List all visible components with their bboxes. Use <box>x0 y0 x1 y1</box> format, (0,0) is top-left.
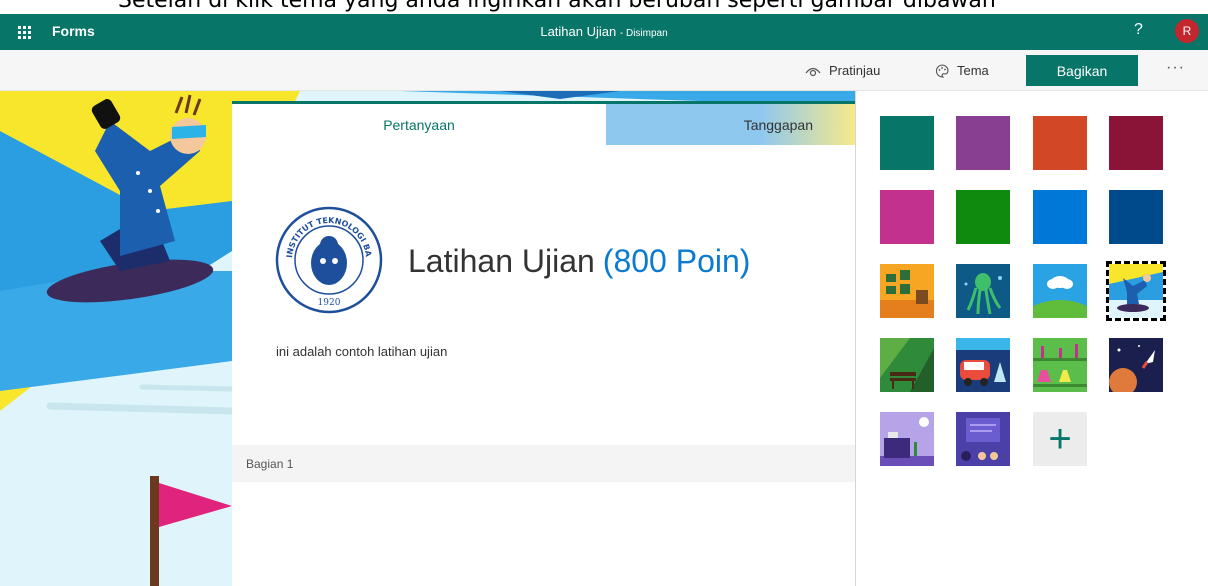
theme-image-camper-van[interactable] <box>956 338 1010 392</box>
app-header: Forms Latihan Ujian - Disimpan ? R <box>0 14 1208 50</box>
section-label: Bagian 1 <box>246 457 294 471</box>
palette-icon <box>935 63 949 78</box>
user-avatar[interactable]: R <box>1175 19 1199 43</box>
form-points: (800 Poin) <box>602 243 751 279</box>
theme-color-blue[interactable] <box>1033 190 1087 244</box>
theme-image-office-room[interactable] <box>880 264 934 318</box>
form-title[interactable]: Latihan Ujian (800 Poin) <box>408 243 750 280</box>
theme-color-green[interactable] <box>956 190 1010 244</box>
caption-text: Setelah di klik tema yang anda inginkan … <box>0 0 1208 14</box>
theme-color-maroon[interactable] <box>1109 116 1163 170</box>
theme-color-teal[interactable] <box>880 116 934 170</box>
svg-text:1920: 1920 <box>318 298 341 308</box>
theme-button[interactable]: Tema <box>935 50 989 91</box>
theme-label: Tema <box>957 63 989 78</box>
add-custom-theme-button[interactable]: + <box>1033 412 1087 466</box>
theme-image-cloud-hills[interactable] <box>1033 264 1087 318</box>
theme-color-magenta[interactable] <box>880 190 934 244</box>
theme-image-lab-flasks[interactable] <box>1033 338 1087 392</box>
theme-image-classroom-board[interactable] <box>956 412 1010 466</box>
plus-icon: + <box>1048 417 1072 461</box>
form-description[interactable]: ini adalah contoh latihan ujian <box>276 344 447 359</box>
preview-button[interactable]: Pratinjau <box>805 50 880 91</box>
theme-color-orange[interactable] <box>1033 116 1087 170</box>
eye-icon <box>805 67 821 76</box>
form-name: Latihan Ujian <box>540 24 617 39</box>
theme-color-purple[interactable] <box>956 116 1010 170</box>
toolbar: Pratinjau Tema Bagikan ··· <box>0 50 1208 91</box>
theme-color-navy[interactable] <box>1109 190 1163 244</box>
form-title-text: Latihan Ujian <box>408 243 595 279</box>
share-button[interactable]: Bagikan <box>1026 55 1138 86</box>
preview-label: Pratinjau <box>829 63 881 78</box>
theme-image-park-bench[interactable] <box>880 338 934 392</box>
theme-image-snowboarder[interactable] <box>1106 261 1166 321</box>
theme-panel: + <box>855 91 1208 586</box>
tab-responses[interactable]: Tanggapan <box>606 104 855 145</box>
form-tabs: Pertanyaan Tanggapan <box>232 101 855 145</box>
document-title: Latihan Ujian - Disimpan <box>0 24 1208 39</box>
save-status: - Disimpan <box>619 28 668 39</box>
help-button[interactable]: ? <box>1134 21 1143 39</box>
tab-questions[interactable]: Pertanyaan <box>232 104 606 145</box>
theme-image-desk-clock[interactable] <box>880 412 934 466</box>
theme-image-octopus[interactable] <box>956 264 1010 318</box>
more-options-button[interactable]: ··· <box>1166 59 1185 77</box>
itb-logo: INSTITUT TEKNOLOGI BANDUNG 1920 <box>274 205 383 314</box>
form-canvas: Pertanyaan Tanggapan INSTITUT TEKNOLOGI … <box>0 91 855 586</box>
form-card: Pertanyaan Tanggapan INSTITUT TEKNOLOGI … <box>232 101 855 586</box>
section-header[interactable]: Bagian 1 <box>232 445 855 482</box>
theme-image-space-rocket[interactable] <box>1109 338 1163 392</box>
